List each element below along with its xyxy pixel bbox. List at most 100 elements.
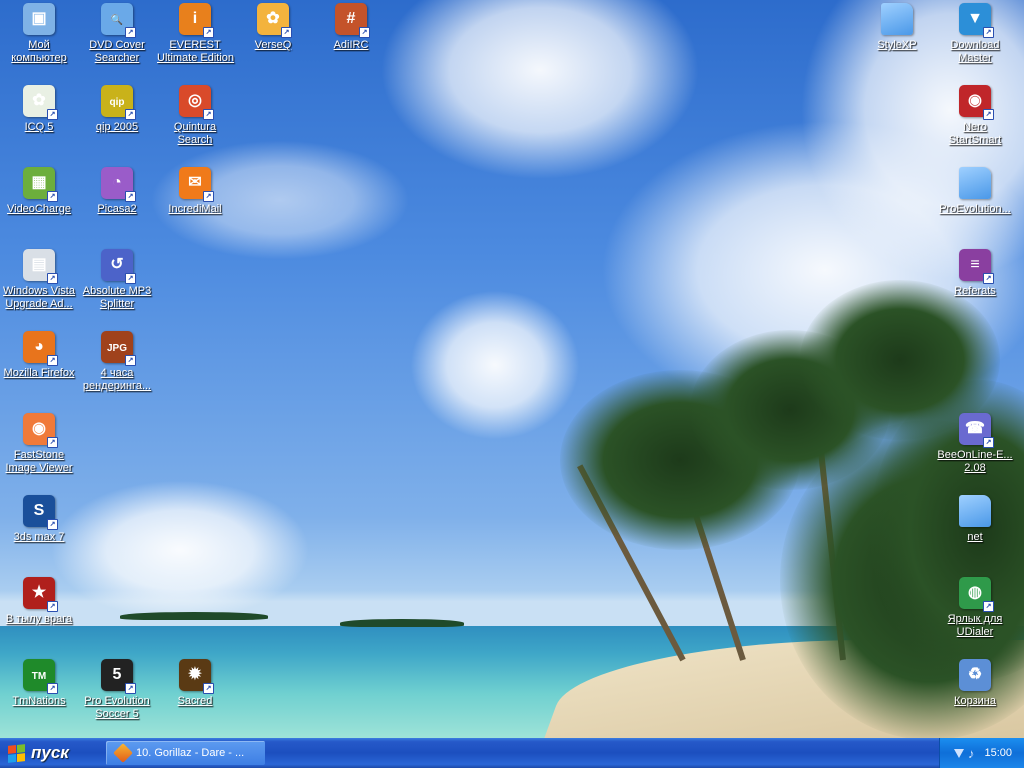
desktop-icon-label: BeeOnLine-E... xyxy=(937,449,1013,461)
desktop-icon-label: ProEvolution... xyxy=(939,203,1011,215)
desktop-icon-download-master[interactable]: ▼ ↗ Download Master xyxy=(937,3,1013,65)
desktop-icon-referats[interactable]: ≡ ↗ Referats xyxy=(937,249,1013,298)
desktop-icon-my-computer[interactable]: ▣ Мой компьютер xyxy=(1,3,77,65)
jpg-image-icon: JPG ↗ xyxy=(101,331,136,366)
desktop-icon-windows-vista-upgrade[interactable]: ▤ ↗ Windows Vista Upgrade Ad... xyxy=(1,249,77,311)
picasa-icon: ◔ ↗ xyxy=(101,167,136,202)
icon-glyph: ◎ xyxy=(188,92,202,109)
desktop-icon-recycle-bin[interactable]: ♻ Корзина xyxy=(937,659,1013,708)
desktop-icon-v-tylu-vraga[interactable]: ★ ↗ В тылу врага xyxy=(1,577,77,626)
shortcut-arrow-icon: ↗ xyxy=(203,109,214,120)
shortcut-arrow-icon: ↗ xyxy=(125,273,136,284)
shortcut-arrow-icon: ↗ xyxy=(203,27,214,38)
globe-search-icon: ◎ ↗ xyxy=(179,85,214,120)
icon-glyph: ◍ xyxy=(968,584,982,601)
desktop-icon-sacred[interactable]: ✹ ↗ Sacred xyxy=(157,659,233,708)
red-star-icon: ★ ↗ xyxy=(23,577,58,612)
desktop-icon-everest[interactable]: i ↗ EVEREST Ultimate Edition xyxy=(157,3,234,65)
desktop-icon-label: Master xyxy=(958,52,992,64)
pes5-icon: 5 ↗ xyxy=(101,659,136,694)
desktop-icon-label: TmNations xyxy=(12,695,66,707)
desktop[interactable]: ▣ Мой компьютер 🔍 ↗ DVD Cover Searcher i ↗ EVERES… xyxy=(0,0,1024,738)
desktop-icon-pro-evolution-soccer-5[interactable]: 5 ↗ Pro Evolution Soccer 5 xyxy=(79,659,155,721)
desktop-icon-label: FastStone xyxy=(13,449,65,461)
shortcut-arrow-icon: ↗ xyxy=(47,519,58,530)
folder-icon xyxy=(959,167,991,199)
desktop-icon-proevolution-folder[interactable]: ProEvolution... xyxy=(937,167,1013,216)
shortcut-arrow-icon: ↗ xyxy=(125,109,136,120)
nero-flame-icon: ◉ ↗ xyxy=(959,85,994,120)
sacred-emblem-icon: ✹ ↗ xyxy=(179,659,214,694)
envelope-icon: ✉ ↗ xyxy=(179,167,214,202)
icon-glyph: ✉ xyxy=(188,174,202,191)
desktop-icon-label: StartSmart xyxy=(948,134,1002,146)
desktop-icon-videocharge[interactable]: ▦ ↗ VideoCharge xyxy=(1,167,77,216)
desktop-icon-verseq[interactable]: ✿ ↗ VerseQ xyxy=(235,3,311,52)
shortcut-arrow-icon: ↗ xyxy=(125,683,136,694)
network-globe-icon: ◍ ↗ xyxy=(959,577,994,612)
taskbar-button-winamp[interactable]: 10. Gorillaz - Dare - ... xyxy=(106,741,265,765)
desktop-icon-quintura-search[interactable]: ◎ ↗ Quintura Search xyxy=(157,85,233,147)
icon-glyph: ♻ xyxy=(967,666,983,683)
tray-antenna-icon[interactable] xyxy=(953,748,964,758)
windows-flag-icon xyxy=(8,743,25,763)
shortcut-arrow-icon: ↗ xyxy=(203,191,214,202)
info-icon: i ↗ xyxy=(179,3,214,38)
desktop-icon-nero-startsmart[interactable]: ◉ ↗ Nero StartSmart xyxy=(937,85,1013,147)
desktop-icon-net-folder[interactable]: net xyxy=(937,495,1013,544)
desktop-icon-label: Quintura xyxy=(173,121,217,133)
system-tray: ♪ 15:00 xyxy=(939,738,1024,768)
shortcut-arrow-icon: ↗ xyxy=(125,191,136,202)
desktop-icon-3ds-max-7[interactable]: S ↗ 3ds max 7 xyxy=(1,495,77,544)
start-button[interactable]: пуск xyxy=(0,738,96,768)
desktop-icon-incredimail[interactable]: ✉ ↗ IncrediMail xyxy=(157,167,233,216)
icon-glyph: ◉ xyxy=(32,420,46,437)
desktop-icon-label: Picasa2 xyxy=(97,203,137,215)
icon-glyph: qip xyxy=(109,97,125,108)
icq-flower-icon: ✿ ↗ xyxy=(23,85,58,120)
shortcut-arrow-icon: ↗ xyxy=(983,109,994,120)
desktop-icon-stylexp[interactable]: StyleXP xyxy=(859,3,935,52)
icon-glyph: ▦ xyxy=(31,174,47,191)
shell-icon: ✿ ↗ xyxy=(257,3,292,38)
desktop-icon-label: рендеринга... xyxy=(82,380,152,392)
folder-icon xyxy=(881,3,913,35)
icon-glyph: # xyxy=(346,10,356,27)
icon-glyph: ◉ xyxy=(968,92,982,109)
shortcut-arrow-icon: ↗ xyxy=(983,273,994,284)
desktop-icon-absolute-mp3-splitter[interactable]: ↺ ↗ Absolute MP3 Splitter xyxy=(79,249,155,311)
desktop-icon-label: Download xyxy=(950,39,1000,51)
desktop-icon-label: UDialer xyxy=(956,626,994,638)
desktop-icon-label: IncrediMail xyxy=(168,203,222,215)
shortcut-arrow-icon: ↗ xyxy=(983,27,994,38)
desktop-icon-label: компьютер xyxy=(11,52,67,64)
desktop-icon-faststone-image-viewer[interactable]: ◉ ↗ FastStone Image Viewer xyxy=(1,413,77,475)
icon-glyph: ≡ xyxy=(970,256,980,273)
desktop-icon-adiirc[interactable]: # ↗ AdiIRC xyxy=(313,3,389,52)
start-label: пуск xyxy=(31,743,69,762)
desktop-icon-label: Referats xyxy=(954,285,996,297)
splitter-disc-icon: ↺ ↗ xyxy=(101,249,136,284)
desktop-icon-icq-5[interactable]: ✿ ↗ ICQ 5 xyxy=(1,85,77,134)
desktop-icon-tmnations[interactable]: TM ↗ TmNations xyxy=(1,659,77,708)
desktop-icon-label: Ярлык для xyxy=(947,613,1003,625)
desktop-icon-beeonline[interactable]: ☎ ↗ BeeOnLine-E... 2.08 xyxy=(937,413,1013,475)
mobile-phone-icon: ☎ ↗ xyxy=(959,413,994,448)
document-window-icon: ▤ ↗ xyxy=(23,249,58,284)
download-master-icon: ▼ ↗ xyxy=(959,3,994,38)
desktop-icon-label: VerseQ xyxy=(254,39,292,51)
desktop-icon-label: 2.08 xyxy=(964,462,986,474)
desktop-icon-mozilla-firefox[interactable]: ◕ ↗ Mozilla Firefox xyxy=(1,331,77,380)
icon-glyph: ▣ xyxy=(31,10,47,27)
clock[interactable]: 15:00 xyxy=(984,747,1012,759)
icon-glyph: ◔ xyxy=(112,174,122,191)
taskbar: пуск 10. Gorillaz - Dare - ... ♪ 15:00 xyxy=(0,738,1024,768)
desktop-icon-udialer-shortcut[interactable]: ◍ ↗ Ярлык для UDialer xyxy=(937,577,1013,639)
desktop-icon-qip-2005[interactable]: qip ↗ qip 2005 xyxy=(79,85,155,134)
desktop-icon-4-chasa-renderinga[interactable]: JPG ↗ 4 часа рендеринга... xyxy=(79,331,155,393)
desktop-icon-dvd-cover-searcher[interactable]: 🔍 ↗ DVD Cover Searcher xyxy=(79,3,155,65)
desktop-icon-picasa2[interactable]: ◔ ↗ Picasa2 xyxy=(79,167,155,216)
volume-icon[interactable]: ♪ xyxy=(968,746,975,761)
film-icon: ▦ ↗ xyxy=(23,167,58,202)
desktop-icon-label: 3ds max 7 xyxy=(13,531,65,543)
